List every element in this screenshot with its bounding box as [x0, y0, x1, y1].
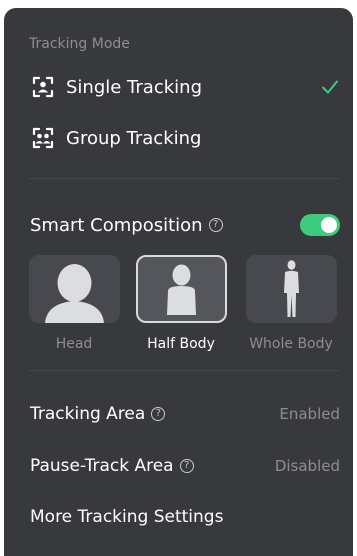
divider — [29, 370, 339, 371]
check-icon — [322, 80, 338, 94]
tracking-mode-title: Tracking Mode — [29, 36, 130, 52]
tracking-area-value: Enabled — [279, 405, 340, 423]
composition-head-card[interactable] — [29, 255, 120, 323]
composition-half-body-label: Half Body — [147, 336, 215, 352]
single-person-frame-icon — [30, 74, 56, 100]
whole-body-silhouette-icon — [284, 260, 299, 317]
tracking-area-row[interactable]: Tracking Area ? Enabled — [30, 399, 340, 429]
tracking-area-label: Tracking Area — [30, 404, 146, 424]
single-tracking-option[interactable]: Single Tracking — [30, 67, 340, 107]
tracking-settings-panel: Tracking Mode Single Tracking Group Trac… — [4, 8, 353, 556]
group-tracking-option[interactable]: Group Tracking — [30, 118, 340, 158]
help-icon[interactable]: ? — [151, 407, 166, 421]
single-tracking-label: Single Tracking — [66, 76, 202, 98]
pause-track-area-value: Disabled — [274, 457, 340, 475]
half-body-silhouette-icon — [167, 264, 196, 315]
more-tracking-settings-label: More Tracking Settings — [30, 507, 224, 527]
smart-composition-toggle[interactable] — [300, 214, 340, 236]
smart-composition-label: Smart Composition — [30, 214, 203, 236]
divider — [29, 178, 339, 179]
composition-head-label: Head — [55, 336, 93, 352]
pause-track-area-label: Pause-Track Area — [30, 456, 174, 476]
group-tracking-label: Group Tracking — [66, 127, 202, 149]
composition-half-body-card[interactable] — [136, 255, 227, 323]
more-tracking-settings-row[interactable]: More Tracking Settings — [30, 502, 340, 532]
head-silhouette-icon — [45, 264, 104, 323]
group-frame-icon — [30, 125, 56, 151]
composition-whole-body-card[interactable] — [246, 255, 337, 323]
pause-track-area-row[interactable]: Pause-Track Area ? Disabled — [30, 451, 340, 481]
smart-composition-row: Smart Composition ? — [30, 210, 340, 240]
composition-whole-body-label: Whole Body — [249, 336, 333, 352]
toggle-knob — [321, 217, 337, 233]
help-icon[interactable]: ? — [208, 218, 223, 232]
help-icon[interactable]: ? — [179, 459, 194, 473]
